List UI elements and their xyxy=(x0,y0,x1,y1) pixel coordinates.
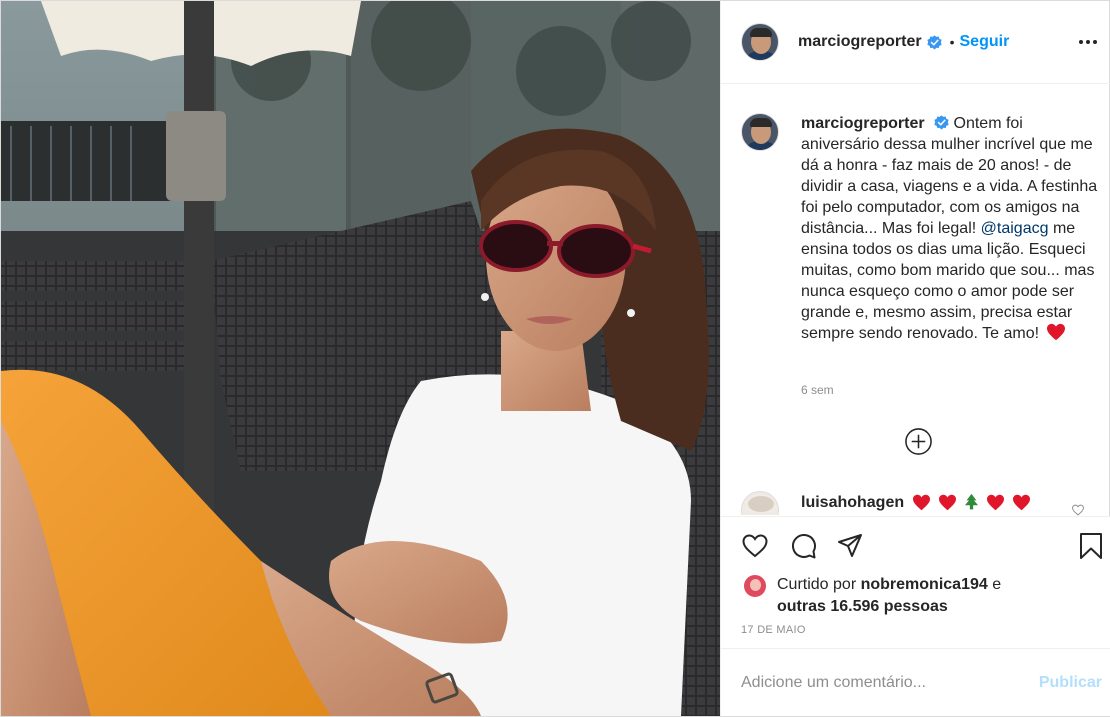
likes-connector: e xyxy=(992,576,1002,593)
instagram-post: marciogreporter • Seguir marciogreporter xyxy=(0,0,1110,717)
heart-outline-icon[interactable] xyxy=(741,532,769,560)
red-heart-emoji-icon xyxy=(938,494,956,511)
liker-avatar[interactable] xyxy=(743,574,767,598)
comment-emojis xyxy=(910,493,1031,513)
red-heart-emoji-icon xyxy=(913,494,931,511)
post-caption: marciogreporter Ontem foi aniversário de… xyxy=(741,113,1101,344)
comment-item: luisahohagen xyxy=(741,491,1101,515)
plus-circle-icon[interactable] xyxy=(904,427,933,456)
publish-button[interactable]: Publicar xyxy=(1039,674,1102,692)
bookmark-icon[interactable] xyxy=(1077,532,1105,560)
commenter-username[interactable]: luisahohagen xyxy=(801,494,904,512)
red-heart-emoji-icon xyxy=(1012,494,1030,511)
christmas-tree-emoji-icon xyxy=(964,493,979,510)
caption-timestamp[interactable]: 6 sem xyxy=(801,383,834,397)
more-options-icon[interactable] xyxy=(1076,30,1100,54)
add-comment-bar: Publicar xyxy=(721,648,1110,717)
author-username[interactable]: marciogreporter xyxy=(798,33,922,51)
caption-text: marciogreporter Ontem foi aniversário de… xyxy=(801,113,1101,344)
commenter-avatar[interactable] xyxy=(741,491,779,515)
comment-like-heart-icon[interactable] xyxy=(1071,504,1085,516)
paper-plane-icon[interactable] xyxy=(836,532,864,560)
author-avatar[interactable] xyxy=(741,23,779,61)
likes-prefix: Curtido por xyxy=(777,576,857,593)
caption-username[interactable]: marciogreporter xyxy=(801,115,925,132)
post-actions-section: Curtido por nobremonica194 e outras 16.5… xyxy=(721,516,1110,716)
likes-text: Curtido por nobremonica194 e outras 16.5… xyxy=(777,574,1077,618)
post-photo-image xyxy=(1,1,720,716)
likes-summary: Curtido por nobremonica194 e outras 16.5… xyxy=(743,574,1077,618)
post-photo[interactable] xyxy=(1,1,720,716)
red-heart-emoji-icon xyxy=(1046,323,1065,341)
caption-author-avatar[interactable] xyxy=(741,113,779,151)
post-side-panel: marciogreporter • Seguir marciogreporter xyxy=(720,1,1110,716)
follow-button[interactable]: Seguir xyxy=(960,33,1010,51)
likes-others-link[interactable]: outras 16.596 pessoas xyxy=(777,598,948,615)
caption-mention-link[interactable]: @taigacg xyxy=(981,220,1049,237)
caption-body-part1: Ontem foi aniversário dessa mulher incrí… xyxy=(801,115,1098,237)
post-header: marciogreporter • Seguir xyxy=(721,1,1110,84)
verified-badge-icon xyxy=(926,34,942,50)
red-heart-emoji-icon xyxy=(987,494,1005,511)
header-separator: • xyxy=(949,34,955,50)
post-date[interactable]: 17 DE MAIO xyxy=(741,624,806,636)
comment-input[interactable] xyxy=(741,674,1021,692)
comment-bubble-icon[interactable] xyxy=(789,532,817,560)
verified-badge-icon xyxy=(934,115,949,130)
liker-username[interactable]: nobremonica194 xyxy=(861,576,988,593)
